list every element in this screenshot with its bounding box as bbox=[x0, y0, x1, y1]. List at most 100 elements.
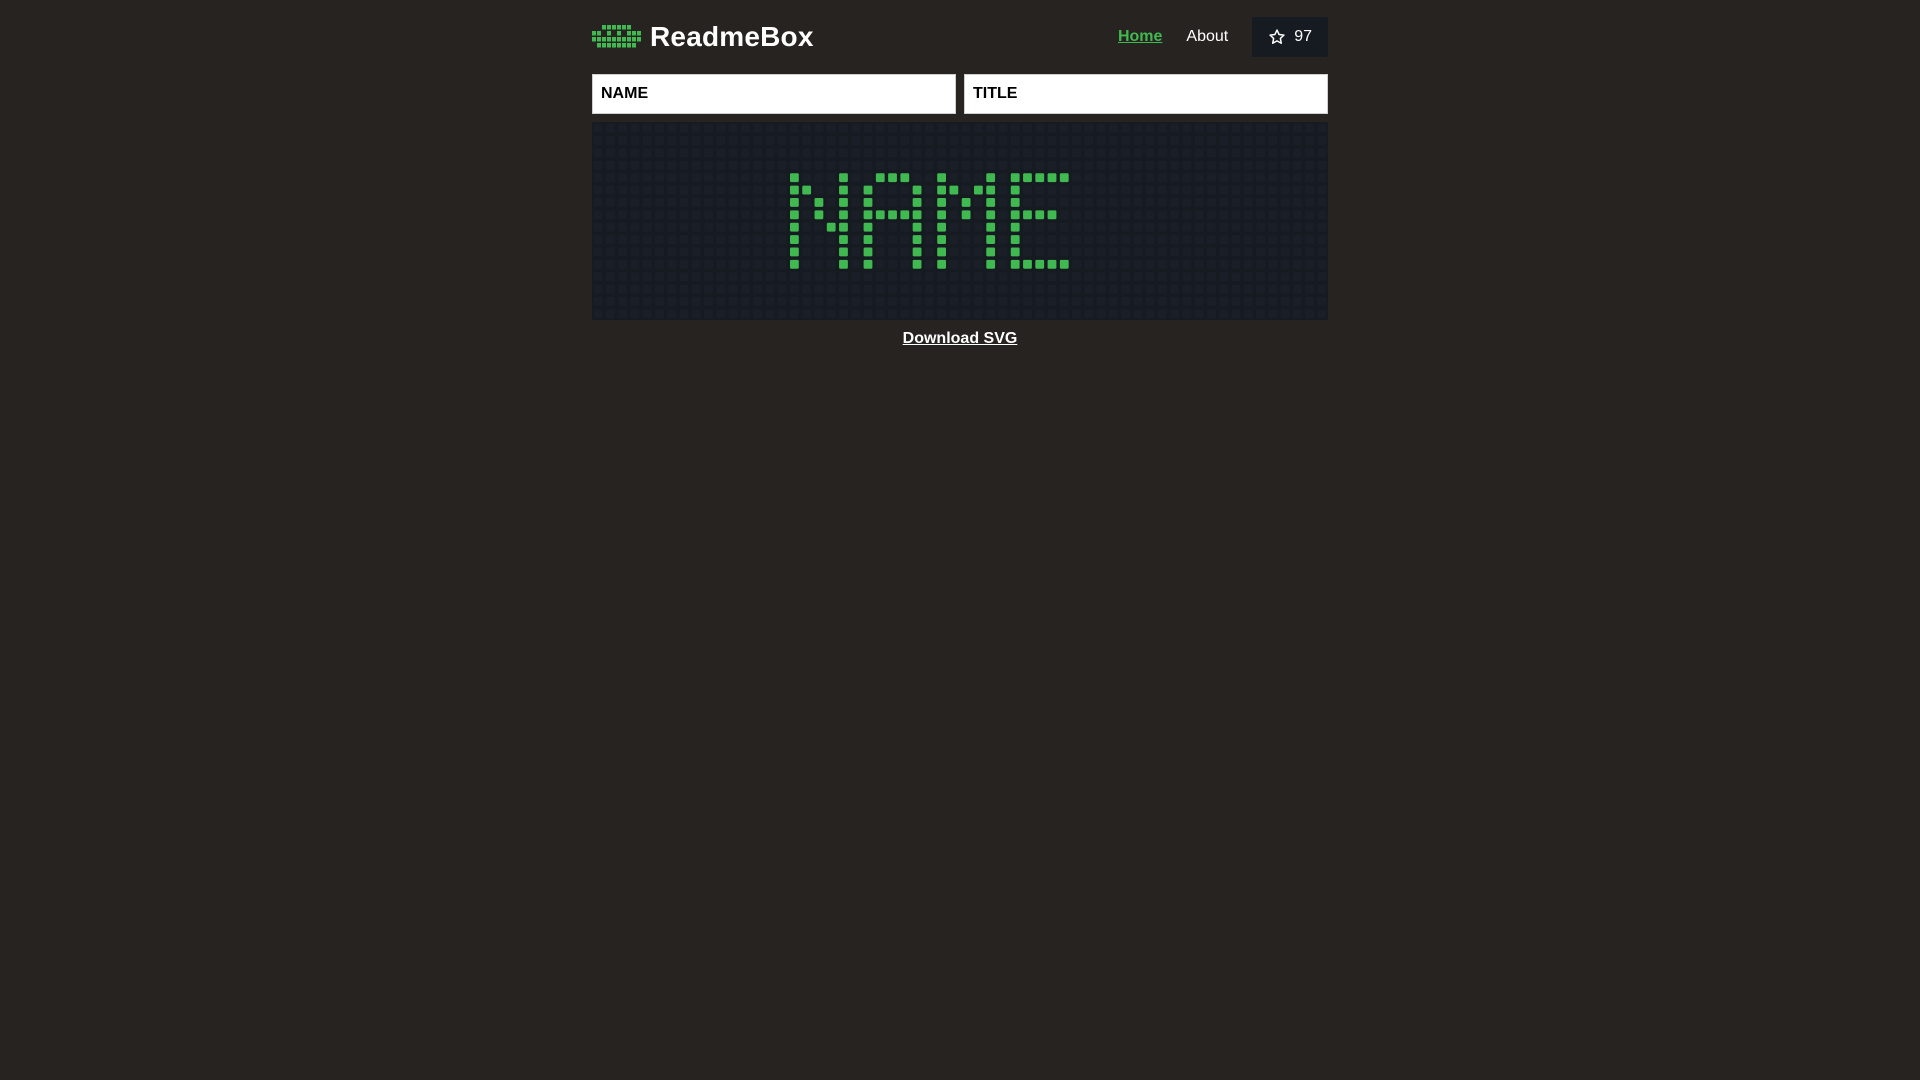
display-dot-lit bbox=[1035, 210, 1045, 220]
display-dot bbox=[875, 148, 885, 158]
display-dot bbox=[1256, 123, 1265, 133]
display-dot bbox=[839, 160, 848, 170]
display-dot bbox=[1182, 210, 1192, 220]
display-dot bbox=[814, 173, 824, 183]
logo-dot bbox=[617, 31, 621, 36]
display-dot bbox=[1256, 185, 1265, 195]
title-input[interactable] bbox=[964, 74, 1328, 114]
display-dot bbox=[1305, 235, 1314, 244]
display-dot bbox=[1133, 235, 1143, 244]
display-dot bbox=[1096, 297, 1106, 306]
display-dot bbox=[974, 222, 983, 232]
display-dot bbox=[753, 148, 762, 158]
display-dot-lit bbox=[790, 198, 799, 207]
display-dot bbox=[618, 198, 628, 207]
display-dot bbox=[961, 247, 971, 257]
display-dot bbox=[1317, 284, 1327, 294]
display-dot bbox=[679, 259, 689, 269]
display-dot bbox=[1194, 173, 1204, 183]
display-dot bbox=[642, 198, 652, 207]
display-dot bbox=[875, 123, 885, 133]
display-dot bbox=[728, 185, 738, 195]
nav-home-link[interactable]: Home bbox=[1118, 28, 1162, 46]
display-dot bbox=[1084, 247, 1094, 257]
display-dot bbox=[912, 148, 922, 158]
display-dot bbox=[851, 272, 861, 282]
display-dot bbox=[753, 309, 762, 319]
display-dot bbox=[924, 198, 934, 207]
display-dot bbox=[630, 222, 640, 232]
display-dot bbox=[863, 136, 873, 145]
display-dot bbox=[1194, 148, 1204, 158]
display-dot-lit bbox=[937, 173, 946, 183]
display-dot bbox=[642, 247, 652, 257]
logo-dot bbox=[592, 37, 596, 42]
github-star-button[interactable]: 97 bbox=[1252, 17, 1328, 57]
display-dot bbox=[1145, 123, 1155, 133]
display-dot bbox=[1292, 148, 1302, 158]
display-dot bbox=[630, 160, 640, 170]
display-dot bbox=[1108, 136, 1118, 145]
display-dot bbox=[1317, 222, 1327, 232]
display-dot bbox=[1231, 148, 1241, 158]
brand-name: ReadmeBox bbox=[650, 21, 814, 52]
display-dot bbox=[998, 185, 1008, 195]
display-dot bbox=[740, 247, 750, 257]
display-dot bbox=[851, 185, 861, 195]
display-dot bbox=[606, 284, 615, 294]
display-dot bbox=[642, 259, 652, 269]
display-dot bbox=[1194, 210, 1204, 220]
display-dot-lit bbox=[1010, 173, 1020, 183]
display-dot bbox=[1084, 160, 1094, 170]
display-dot bbox=[704, 259, 713, 269]
display-dot bbox=[740, 309, 750, 319]
display-dot bbox=[1317, 247, 1327, 257]
display-dot-lit bbox=[912, 222, 922, 232]
display-dot bbox=[618, 210, 628, 220]
nav-about-link[interactable]: About bbox=[1186, 28, 1228, 46]
display-dot bbox=[937, 123, 946, 133]
display-dot-lit bbox=[790, 247, 799, 257]
display-dot bbox=[728, 309, 738, 319]
display-dot bbox=[618, 160, 628, 170]
brand-link[interactable]: ReadmeBox bbox=[592, 21, 814, 53]
display-dot-lit bbox=[888, 210, 897, 220]
display-dot bbox=[593, 136, 603, 145]
display-dot bbox=[679, 272, 689, 282]
display-dot bbox=[655, 160, 664, 170]
display-dot bbox=[998, 210, 1008, 220]
name-input[interactable] bbox=[592, 74, 956, 114]
display-dot bbox=[1035, 222, 1045, 232]
display-dot bbox=[1182, 222, 1192, 232]
display-dot bbox=[642, 123, 652, 133]
display-dot bbox=[802, 123, 812, 133]
display-dot bbox=[1231, 173, 1241, 183]
logo-dot bbox=[602, 43, 606, 48]
display-dot bbox=[998, 235, 1008, 244]
display-dot bbox=[1182, 297, 1192, 306]
display-dot bbox=[655, 297, 664, 306]
display-dot bbox=[974, 272, 983, 282]
display-dot bbox=[655, 309, 664, 319]
display-dot bbox=[679, 284, 689, 294]
display-dot bbox=[1268, 123, 1278, 133]
display-dot bbox=[1108, 284, 1118, 294]
display-dot bbox=[740, 284, 750, 294]
display-dot bbox=[924, 235, 934, 244]
display-dot bbox=[716, 259, 726, 269]
display-dot bbox=[1047, 272, 1057, 282]
display-dot bbox=[1023, 222, 1032, 232]
display-dot bbox=[1145, 297, 1155, 306]
display-dot bbox=[679, 136, 689, 145]
display-dot bbox=[1072, 297, 1081, 306]
display-dot bbox=[851, 297, 861, 306]
display-dot bbox=[888, 148, 897, 158]
download-svg-link[interactable]: Download SVG bbox=[903, 330, 1018, 347]
display-dot bbox=[802, 272, 812, 282]
display-dot bbox=[618, 297, 628, 306]
display-dot bbox=[1059, 198, 1069, 207]
display-dot bbox=[1268, 160, 1278, 170]
display-dot bbox=[1035, 160, 1045, 170]
display-dot bbox=[704, 222, 713, 232]
display-dot bbox=[1096, 247, 1106, 257]
